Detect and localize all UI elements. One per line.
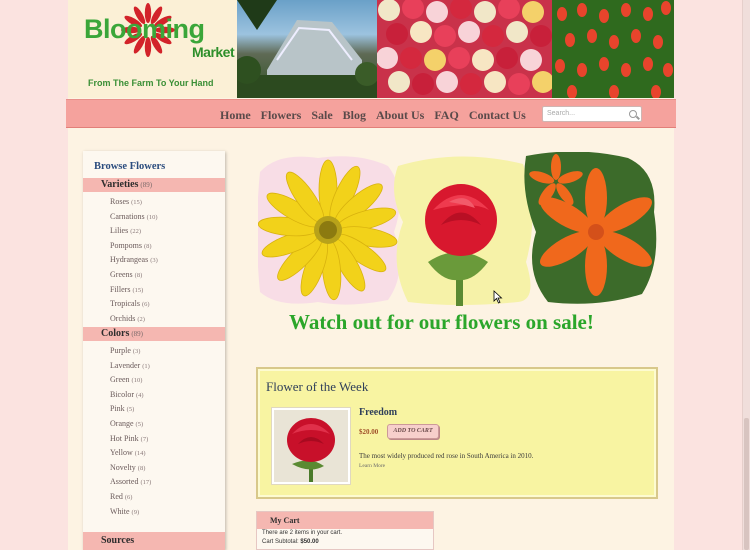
section-varieties-label: Varieties xyxy=(101,179,139,190)
sidebar-item-hot-pink[interactable]: Hot Pink (7) xyxy=(110,432,151,447)
product-description: The most widely produced red rose in Sou… xyxy=(359,452,534,460)
nav-about-us[interactable]: About Us xyxy=(376,108,424,123)
sidebar-item-red[interactable]: Red (6) xyxy=(110,490,151,505)
sidebar-item-novelty[interactable]: Novelty (8) xyxy=(110,461,151,476)
section-sources-label: Sources xyxy=(101,535,135,546)
sidebar-title: Browse Flowers xyxy=(94,161,166,172)
section-varieties-count: (89) xyxy=(140,181,153,189)
sidebar-item-lavender[interactable]: Lavender (1) xyxy=(110,359,151,374)
sidebar-item-white[interactable]: White (9) xyxy=(110,505,151,520)
main-nav: Home Flowers Sale Blog About Us FAQ Cont… xyxy=(220,108,536,123)
cart-subtotal: Cart Subtotal: $50.00 xyxy=(257,538,433,547)
nav-sale[interactable]: Sale xyxy=(311,108,332,123)
flower-of-the-week-title: Flower of the Week xyxy=(266,379,369,394)
sidebar-item-purple[interactable]: Purple (3) xyxy=(110,344,151,359)
section-varieties[interactable]: Varieties (89) xyxy=(83,178,225,192)
sidebar-item-pink[interactable]: Pink (5) xyxy=(110,402,151,417)
vertical-scrollbar[interactable] xyxy=(742,0,750,550)
scrollbar-thumb[interactable] xyxy=(744,418,749,550)
search-icon[interactable] xyxy=(629,110,637,118)
nav-bar: Home Flowers Sale Blog About Us FAQ Cont… xyxy=(66,99,676,128)
sidebar-item-pompoms[interactable]: Pompoms (8) xyxy=(110,239,158,254)
logo-title: Blooming Market xyxy=(84,14,235,60)
colors-list: Purple (3) Lavender (1) Green (10) Bicol… xyxy=(110,344,151,519)
sidebar-item-assorted[interactable]: Assorted (17) xyxy=(110,475,151,490)
product-image[interactable] xyxy=(271,407,351,485)
header: Blooming Market From The Farm To Your Ha… xyxy=(68,0,674,98)
logo-subtitle: Market xyxy=(192,44,235,60)
sidebar-item-green[interactable]: Green (10) xyxy=(110,373,151,388)
product-price: $20.00 xyxy=(359,428,379,436)
cart-subtotal-label: Cart Subtotal: xyxy=(262,539,299,545)
learn-more-link[interactable]: Learn More xyxy=(359,463,385,469)
sidebar-item-orange[interactable]: Orange (5) xyxy=(110,417,151,432)
sale-headline: Watch out for our flowers on sale! xyxy=(289,310,594,334)
search-placeholder: Search... xyxy=(547,110,576,117)
section-sources[interactable]: Sources xyxy=(83,532,225,550)
sidebar-item-fillers[interactable]: Fillers (15) xyxy=(110,283,158,298)
product-name[interactable]: Freedom xyxy=(359,407,397,418)
section-colors-label: Colors xyxy=(101,328,130,339)
varieties-list: Roses (15) Carnations (10) Lilies (22) P… xyxy=(110,195,158,326)
search-input[interactable]: Search... xyxy=(542,106,642,122)
sale-banner-image[interactable] xyxy=(257,151,660,307)
nav-flowers[interactable]: Flowers xyxy=(261,108,302,123)
my-cart-panel: My Cart There are 2 items in your cart. … xyxy=(256,511,434,550)
cart-title: My Cart xyxy=(257,512,433,529)
sidebar-item-greens[interactable]: Greens (8) xyxy=(110,268,158,283)
sidebar-item-bicolor[interactable]: Bicolor (4) xyxy=(110,388,151,403)
section-colors[interactable]: Colors (89) xyxy=(83,327,225,341)
section-colors-count: (89) xyxy=(131,330,144,338)
mouse-cursor-icon xyxy=(493,290,503,304)
sidebar: Browse Flowers Varieties (89) Roses (15) … xyxy=(83,151,225,550)
roses-photo xyxy=(377,0,552,98)
flower-of-the-week-panel: Flower of the Week Freedom $20.00 ADD TO… xyxy=(256,367,658,499)
sidebar-item-hydrangeas[interactable]: Hydrangeas (3) xyxy=(110,253,158,268)
greenhouse-photo xyxy=(237,0,377,98)
sidebar-item-yellow[interactable]: Yellow (14) xyxy=(110,446,151,461)
nav-faq[interactable]: FAQ xyxy=(434,108,458,123)
add-to-cart-button[interactable]: ADD TO CART xyxy=(387,424,439,439)
sidebar-item-roses[interactable]: Roses (15) xyxy=(110,195,158,210)
nav-home[interactable]: Home xyxy=(220,108,251,123)
sidebar-item-tropicals[interactable]: Tropicals (6) xyxy=(110,297,158,312)
sidebar-item-lilies[interactable]: Lilies (22) xyxy=(110,224,158,239)
tulips-photo xyxy=(552,0,674,98)
cart-items-text: There are 2 items in your cart. xyxy=(262,530,343,536)
logo-tagline: From The Farm To Your Hand xyxy=(88,78,214,88)
sidebar-item-carnations[interactable]: Carnations (10) xyxy=(110,210,158,225)
nav-contact-us[interactable]: Contact Us xyxy=(469,108,526,123)
nav-blog[interactable]: Blog xyxy=(343,108,366,123)
logo[interactable]: Blooming Market From The Farm To Your Ha… xyxy=(68,0,237,98)
sidebar-item-orchids[interactable]: Orchids (2) xyxy=(110,312,158,327)
cart-subtotal-value: $50.00 xyxy=(300,539,319,545)
